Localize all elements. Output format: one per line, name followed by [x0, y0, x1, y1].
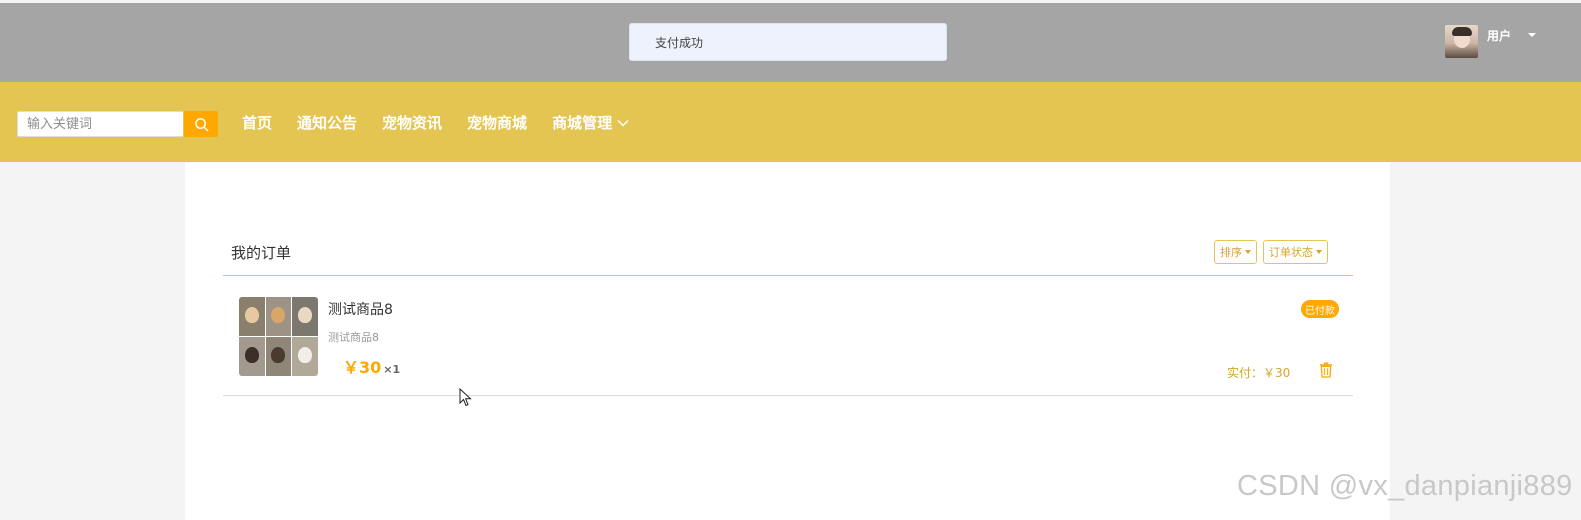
product-price: ￥30 ×1: [343, 354, 400, 378]
toast-text: 支付成功: [655, 35, 704, 50]
toast-message: 支付成功: [629, 23, 947, 61]
caret-down-icon: [1316, 250, 1322, 254]
nav-item-shop-management-label: 商城管理: [552, 114, 613, 132]
search-input[interactable]: [17, 111, 183, 137]
sort-dropdown[interactable]: 排序: [1214, 240, 1257, 264]
order-item[interactable]: 测试商品8 测试商品8 ￥30 ×1 已付款 实付：￥30: [223, 276, 1353, 396]
nav-item-home[interactable]: 首页: [242, 112, 272, 133]
page-title: 我的订单: [231, 244, 292, 262]
mouse-cursor-icon: [459, 388, 472, 407]
status-badge: 已付款: [1301, 300, 1339, 318]
orders-header: 我的订单 排序 订单状态: [223, 232, 1353, 276]
order-status-label: 订单状态: [1269, 246, 1313, 259]
search-icon: [194, 117, 208, 131]
nav-bar: 首页 通知公告 宠物资讯 宠物商城 商城管理: [0, 82, 1581, 162]
sort-label: 排序: [1220, 246, 1242, 259]
order-status-dropdown[interactable]: 订单状态: [1263, 240, 1328, 264]
caret-down-icon: [1245, 250, 1251, 254]
search-button[interactable]: [184, 111, 218, 137]
caret-down-icon[interactable]: [1528, 33, 1537, 37]
nav-item-pet-shop[interactable]: 宠物商城: [467, 112, 527, 133]
product-thumbnail[interactable]: [239, 297, 318, 376]
paid-amount: 实付：￥30: [1227, 366, 1291, 380]
nav-item-pet-news[interactable]: 宠物资讯: [382, 112, 442, 133]
username-label[interactable]: 用户: [1487, 27, 1511, 44]
nav-item-shop-management[interactable]: 商城管理: [552, 112, 629, 133]
watermark: CSDN @vx_danpianji889: [1237, 470, 1573, 502]
nav-item-notices[interactable]: 通知公告: [297, 112, 357, 133]
nav-menu: 首页 通知公告 宠物资讯 宠物商城 商城管理: [242, 112, 654, 133]
quantity: ×1: [383, 363, 401, 376]
price-value: ￥30: [343, 358, 382, 377]
avatar[interactable]: [1445, 25, 1478, 58]
product-name[interactable]: 测试商品8: [328, 299, 393, 319]
user-menu[interactable]: 用户: [1445, 25, 1537, 58]
chevron-down-icon: [617, 119, 629, 127]
product-subtitle: 测试商品8: [328, 331, 379, 344]
main-content: 我的订单 排序 订单状态 测试商品8 测试商品8 ￥30 ×1 已付款 实付：￥3…: [185, 162, 1390, 520]
trash-icon[interactable]: [1319, 362, 1333, 378]
top-header: 支付成功 用户: [0, 3, 1581, 82]
